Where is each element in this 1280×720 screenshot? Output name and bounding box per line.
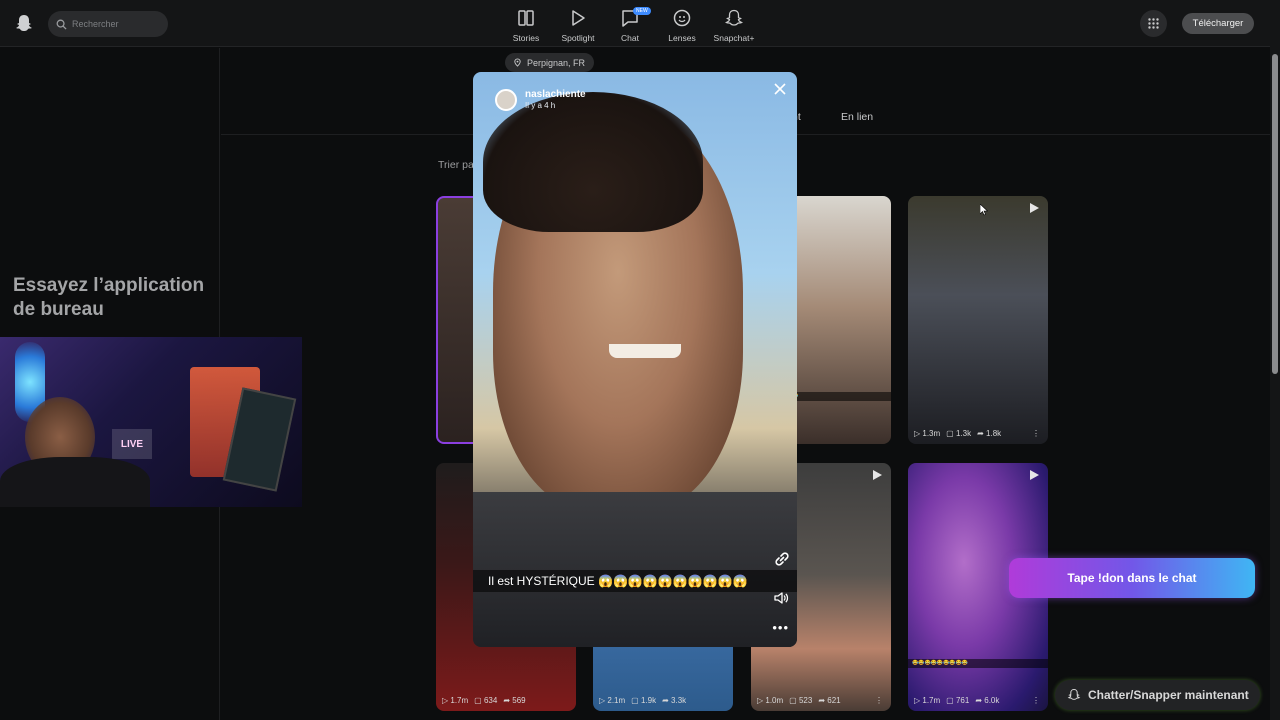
comments-count: ▢ 634 xyxy=(474,696,498,705)
close-icon[interactable] xyxy=(773,82,787,96)
shares-count: ➦ 621 xyxy=(818,696,841,705)
views-count: ▷ 1.7m xyxy=(442,696,469,705)
top-bar: Stories Spotlight NEW Chat Lenses Snapch… xyxy=(0,0,1270,47)
video-frame-teeth xyxy=(609,344,681,358)
nav-spotlight[interactable]: Spotlight xyxy=(552,8,604,43)
views-count: ▷ 1.3m xyxy=(914,429,941,438)
ghost-icon xyxy=(1067,688,1081,700)
on-air-sign: LIVE xyxy=(112,429,152,459)
chat-snap-label: Chatter/Snapper maintenant xyxy=(1088,688,1249,702)
nav-snapchat-plus[interactable]: Snapchat+ xyxy=(708,8,760,43)
location-chip[interactable]: Perpignan, FR xyxy=(505,53,595,72)
views-count: ▷ 1.7m xyxy=(914,696,941,705)
play-icon xyxy=(873,470,882,480)
search-bar[interactable] xyxy=(48,11,168,37)
card-stats: ▷ 1.7m ▢ 634 ➦ 569 xyxy=(442,696,568,705)
desktop-app-promo[interactable]: Essayez l’application de bureau xyxy=(13,274,213,322)
nav-label: Spotlight xyxy=(561,33,595,43)
shares-count: ➦ 3.3k xyxy=(662,696,687,705)
nav-chat[interactable]: NEW Chat xyxy=(604,7,656,43)
card-caption: 😂😂😂😂😂😂😂😂😂 xyxy=(908,659,1048,668)
more-icon[interactable]: ⋮ xyxy=(1032,429,1040,438)
nav-stories[interactable]: Stories xyxy=(500,8,552,43)
mouse-cursor-icon xyxy=(980,204,988,216)
location-pin-icon xyxy=(514,58,521,67)
play-icon xyxy=(1030,203,1039,213)
nav-label: Stories xyxy=(512,33,540,43)
streamer-body xyxy=(0,457,150,507)
more-options-icon[interactable]: ••• xyxy=(772,620,789,635)
shares-count: ➦ 6.0k xyxy=(975,696,1000,705)
new-badge: NEW xyxy=(633,7,651,15)
video-caption: Il est HYSTÉRIQUE 😱😱😱😱😱😱😱😱😱😱 xyxy=(473,570,797,592)
card-stats: ▷ 2.1m ▢ 1.9k ➦ 3.3k xyxy=(599,696,725,705)
nav-label: Snapchat+ xyxy=(713,33,755,43)
apps-grid-button[interactable] xyxy=(1140,10,1167,37)
comments-count: ▢ 1.9k xyxy=(631,696,657,705)
nav-lenses[interactable]: Lenses xyxy=(656,8,708,43)
play-icon xyxy=(1030,470,1039,480)
author-name[interactable]: naslachiente xyxy=(525,89,586,100)
card-stats: ▷ 1.7m ▢ 761 ➦ 6.0k ⋮ xyxy=(914,696,1040,705)
avatar[interactable] xyxy=(495,89,517,111)
sort-label[interactable]: Trier pa xyxy=(438,159,474,171)
card-stats: ▷ 1.0m ▢ 523 ➦ 621 ⋮ xyxy=(757,696,883,705)
stream-cta-banner: Tape !don dans le chat xyxy=(1009,558,1255,598)
comments-count: ▢ 523 xyxy=(789,696,813,705)
views-count: ▷ 1.0m xyxy=(757,696,784,705)
post-time: Il y a 4 h xyxy=(525,101,556,110)
post-author[interactable]: naslachiente Il y a 4 h xyxy=(495,89,586,111)
snapchat-plus-icon xyxy=(725,9,743,26)
snapchat-ghost-icon[interactable] xyxy=(14,13,34,33)
lenses-icon xyxy=(673,9,691,27)
more-icon[interactable]: ⋮ xyxy=(875,696,883,705)
shares-count: ➦ 1.8k xyxy=(977,429,1002,438)
nav-label: Chat xyxy=(621,33,639,43)
stories-icon xyxy=(518,10,534,26)
more-icon[interactable]: ⋮ xyxy=(1032,696,1040,705)
link-icon[interactable] xyxy=(773,550,791,568)
apps-grid-icon xyxy=(1148,18,1159,29)
search-input[interactable] xyxy=(72,19,162,29)
video-frame-hair xyxy=(483,92,703,232)
location-label: Perpignan, FR xyxy=(527,57,586,68)
streamer-webcam-overlay: LIVE xyxy=(0,337,302,507)
download-button[interactable]: Télécharger xyxy=(1182,13,1254,34)
spotlight-icon xyxy=(572,10,585,26)
grid-card[interactable]: ▷ 1.3m ▢ 1.3k ➦ 1.8k ⋮ xyxy=(908,196,1048,444)
tab-linked[interactable]: En lien xyxy=(841,111,873,123)
comments-count: ▢ 761 xyxy=(946,696,970,705)
card-stats: ▷ 1.3m ▢ 1.3k ➦ 1.8k ⋮ xyxy=(914,429,1040,438)
video-viewer-modal[interactable]: naslachiente Il y a 4 h Il est HYSTÉRIQU… xyxy=(473,72,797,647)
scrollbar-thumb[interactable] xyxy=(1272,54,1278,374)
sound-icon[interactable] xyxy=(773,590,789,606)
comments-count: ▢ 1.3k xyxy=(946,429,972,438)
main-nav: Stories Spotlight NEW Chat Lenses Snapch… xyxy=(500,7,760,43)
views-count: ▷ 2.1m xyxy=(599,696,626,705)
nav-label: Lenses xyxy=(668,33,696,43)
shares-count: ➦ 569 xyxy=(503,696,526,705)
search-icon xyxy=(56,19,67,30)
chat-snap-now-button[interactable]: Chatter/Snapper maintenant xyxy=(1055,680,1260,710)
